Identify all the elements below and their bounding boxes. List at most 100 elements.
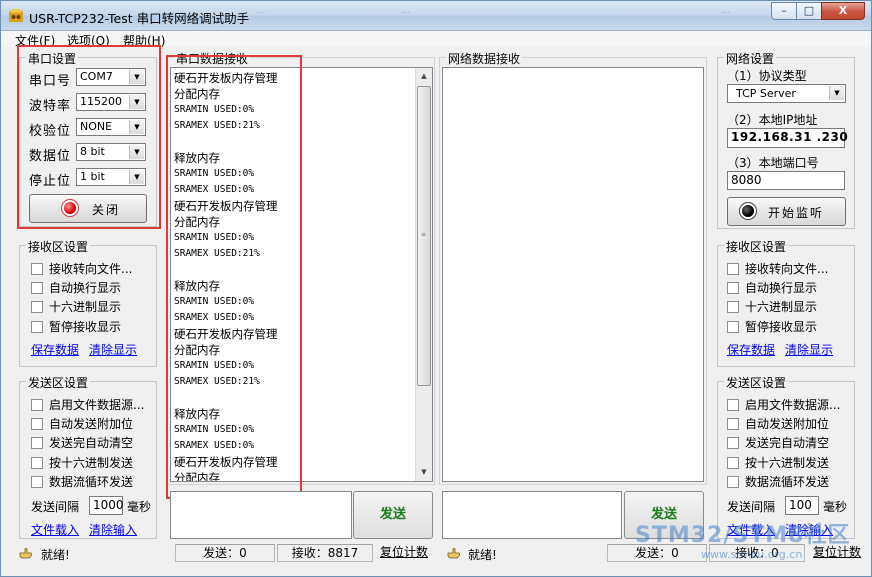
menu-file[interactable]: 文件(F)	[15, 32, 55, 49]
network-receive-textarea[interactable]	[442, 67, 704, 482]
serial-close-button[interactable]: 关闭	[29, 194, 147, 223]
baud-select[interactable]: 115200 ▼	[76, 93, 146, 111]
serial-send-button[interactable]: 发送	[353, 491, 433, 539]
ip-label: （2）本地IP地址	[727, 113, 818, 127]
menu-bar: 文件(F) 选项(O) 帮助(H)	[1, 31, 871, 49]
maximize-button[interactable]: □	[796, 2, 822, 20]
right-interval-input[interactable]: 100	[785, 496, 819, 515]
left-file-load-link[interactable]: 文件载入	[31, 521, 79, 538]
right-send-option-file[interactable]: 启用文件数据源...	[727, 396, 840, 413]
serial-log-line	[174, 390, 278, 406]
right-receive-settings-title: 接收区设置	[724, 238, 789, 255]
left-recv-option-hex[interactable]: 十六进制显示	[31, 298, 121, 315]
left-send-option-hex[interactable]: 按十六进制发送	[31, 454, 133, 471]
serial-log-line	[174, 262, 278, 278]
local-port-label: （3）本地端口号	[727, 156, 819, 170]
protocol-select[interactable]: TCP Server ▼	[727, 84, 846, 103]
right-recv-option-file[interactable]: 接收转向文件...	[727, 260, 828, 277]
window-title: USR-TCP232-Test 串口转网络调试助手	[29, 11, 250, 26]
checkbox-icon	[727, 282, 739, 294]
right-recv-option-hex[interactable]: 十六进制显示	[727, 298, 817, 315]
left-clear-display-link[interactable]: 清除显示	[89, 341, 137, 358]
left-recv-option-pause[interactable]: 暂停接收显示	[31, 318, 121, 335]
left-status-ready: 就绪!	[41, 548, 70, 562]
hand-pointer-icon	[447, 548, 460, 559]
stopbits-select[interactable]: 1 bit ▼	[76, 168, 146, 186]
ip-address-input[interactable]: 192.168.31 .230	[727, 128, 848, 148]
menu-options[interactable]: 选项(O)	[67, 32, 110, 49]
minimize-button[interactable]: –	[771, 2, 797, 20]
serial-log-line: 分配内存	[174, 87, 220, 101]
serial-log-line: SRAMEX USED:0%	[174, 184, 255, 195]
serial-log-line: SRAMIN USED:0%	[174, 104, 255, 115]
left-send-option-loop[interactable]: 数据流循环发送	[31, 473, 133, 490]
title-bar[interactable]: USR-TCP232-Test 串口转网络调试助手 ... ... ... – …	[1, 1, 871, 31]
serial-receive-log: 硬石开发板内存管理 分配内存 SRAMIN USED:0% SRAMEX USED:2…	[174, 70, 278, 481]
serial-log-line: 硬石开发板内存管理	[174, 199, 278, 213]
checkbox-icon	[727, 263, 739, 275]
serial-send-input[interactable]	[170, 491, 352, 539]
protocol-label: （1）协议类型	[727, 69, 807, 83]
chevron-down-icon: ▼	[129, 145, 144, 159]
port-select[interactable]: COM7 ▼	[76, 68, 146, 86]
network-send-input[interactable]	[442, 491, 622, 539]
serial-receive-textarea[interactable]: 硬石开发板内存管理 分配内存 SRAMIN USED:0% SRAMEX USED:2…	[170, 67, 433, 482]
serial-log-line: 释放内存	[174, 407, 220, 421]
left-recv-option-wrap[interactable]: 自动换行显示	[31, 279, 121, 296]
serial-receive-title: 串口数据接收	[174, 50, 251, 67]
right-save-data-link[interactable]: 保存数据	[727, 341, 775, 358]
background-title-fragment: ...	[401, 5, 411, 16]
left-clear-input-link[interactable]: 清除输入	[89, 521, 137, 538]
checkbox-icon	[727, 301, 739, 313]
serial-receive-scrollbar[interactable]: ▲ ≡ ▼	[415, 68, 432, 481]
serial-log-line: 硬石开发板内存管理	[174, 71, 278, 85]
serial-log-line: 释放内存	[174, 151, 220, 165]
right-clear-display-link[interactable]: 清除显示	[785, 341, 833, 358]
checkbox-icon	[31, 418, 43, 430]
serial-log-line: 分配内存	[174, 215, 220, 229]
left-send-option-file[interactable]: 启用文件数据源...	[31, 396, 144, 413]
scroll-up-icon[interactable]: ▲	[416, 68, 432, 85]
right-interval-label: 发送间隔	[727, 500, 776, 514]
left-reset-counter-button[interactable]: 复位计数	[375, 544, 433, 562]
start-listen-button[interactable]: 开始监听	[727, 197, 846, 226]
left-save-data-link[interactable]: 保存数据	[31, 341, 79, 358]
left-send-option-autoclear[interactable]: 发送完自动清空	[31, 434, 133, 451]
right-send-option-hex[interactable]: 按十六进制发送	[727, 454, 829, 471]
scroll-thumb[interactable]: ≡	[417, 86, 431, 386]
checkbox-icon	[727, 399, 739, 411]
serial-log-line: SRAMIN USED:0%	[174, 296, 255, 307]
serial-log-line	[174, 134, 278, 150]
scroll-down-icon[interactable]: ▼	[416, 464, 432, 481]
menu-help[interactable]: 帮助(H)	[123, 32, 165, 49]
checkbox-icon	[31, 301, 43, 313]
serial-settings-title: 串口设置	[26, 50, 79, 67]
left-interval-input[interactable]: 1000	[89, 496, 124, 515]
left-recv-option-file[interactable]: 接收转向文件...	[31, 260, 132, 277]
close-button[interactable]: X	[821, 2, 865, 20]
serial-log-line: SRAMIN USED:0%	[174, 232, 255, 243]
right-recv-option-wrap[interactable]: 自动换行显示	[727, 279, 817, 296]
left-send-option-append[interactable]: 自动发送附加位	[31, 415, 133, 432]
checkbox-icon	[31, 282, 43, 294]
left-interval-label: 发送间隔	[31, 500, 80, 514]
right-send-option-autoclear[interactable]: 发送完自动清空	[727, 434, 829, 451]
app-window: USR-TCP232-Test 串口转网络调试助手 ... ... ... – …	[0, 0, 872, 577]
checkbox-icon	[727, 437, 739, 449]
parity-select[interactable]: NONE ▼	[76, 118, 146, 136]
checkbox-icon	[31, 321, 43, 333]
left-received-counter: 接收：8817	[277, 544, 373, 562]
databits-select[interactable]: 8 bit ▼	[76, 143, 146, 161]
serial-log-line: SRAMIN USED:0%	[174, 360, 255, 371]
local-port-input[interactable]: 8080	[727, 171, 845, 190]
app-logo-icon	[9, 9, 23, 22]
serial-log-line: SRAMEX USED:0%	[174, 440, 255, 451]
right-recv-option-pause[interactable]: 暂停接收显示	[727, 318, 817, 335]
serial-log-line: 硬石开发板内存管理	[174, 327, 278, 341]
right-send-option-append[interactable]: 自动发送附加位	[727, 415, 829, 432]
serial-log-line: SRAMEX USED:21%	[174, 120, 260, 131]
right-send-option-loop[interactable]: 数据流循环发送	[727, 473, 829, 490]
checkbox-icon	[727, 321, 739, 333]
grip-icon: ≡	[421, 231, 427, 238]
serial-log-line: 释放内存	[174, 279, 220, 293]
